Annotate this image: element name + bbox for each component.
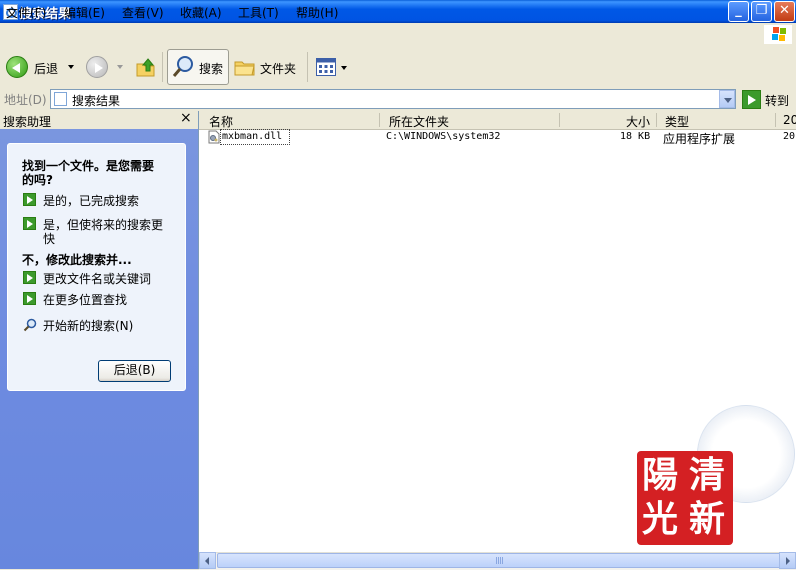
watermark-char: 光: [642, 498, 679, 540]
column-divider[interactable]: [775, 113, 776, 127]
column-header-type[interactable]: 类型: [665, 113, 689, 130]
option-faster-future-search[interactable]: 是，但使将来的搜索更: [43, 216, 163, 233]
search-magnifier-icon[interactable]: [171, 55, 195, 79]
table-row-date: 20: [783, 131, 796, 142]
scrollbar-grip: [496, 557, 504, 564]
back-dropdown-icon[interactable]: [68, 65, 74, 69]
address-value[interactable]: 搜索结果: [72, 92, 120, 109]
option-more-locations[interactable]: 在更多位置查找: [43, 291, 127, 308]
column-header-folder[interactable]: 所在文件夹: [389, 113, 449, 130]
chevron-down-icon: [724, 98, 732, 103]
column-divider[interactable]: [379, 113, 380, 127]
go-button-label[interactable]: 转到: [765, 92, 789, 109]
option-change-filename[interactable]: 更改文件名或关键词: [43, 270, 151, 287]
close-icon[interactable]: ×: [180, 110, 192, 126]
table-row-size: 18 KB: [620, 131, 651, 142]
column-header-date[interactable]: 20: [783, 113, 796, 127]
search-assistant-title: 搜索助理: [3, 115, 52, 129]
toolbar-separator: [162, 52, 163, 82]
question-found-file-cont: 的吗?: [22, 173, 53, 187]
back-arrow-icon[interactable]: [6, 56, 28, 78]
go-arrow-icon[interactable]: [742, 90, 761, 109]
results-header: [199, 111, 796, 130]
menu-edit[interactable]: 编辑(E): [64, 4, 105, 21]
back-button-label[interactable]: 后退: [34, 60, 58, 77]
minimize-button[interactable]: _: [728, 1, 749, 22]
forward-dropdown-icon[interactable]: [117, 65, 123, 69]
menu-view[interactable]: 查看(V): [122, 4, 164, 21]
search-button-label[interactable]: 搜索: [199, 60, 223, 77]
up-folder-icon[interactable]: [135, 56, 157, 78]
table-row-type: 应用程序扩展: [663, 132, 736, 146]
assistant-back-button[interactable]: 后退(B): [98, 360, 171, 382]
column-divider[interactable]: [559, 113, 560, 127]
folders-button-label[interactable]: 文件夹: [260, 60, 296, 77]
green-arrow-icon: [23, 271, 36, 284]
watermark-char: 新: [689, 498, 726, 540]
table-row-folder: C:\WINDOWS\system32: [386, 131, 501, 142]
views-icon[interactable]: [316, 58, 336, 76]
green-arrow-icon: [23, 217, 36, 230]
watermark-seal: 陽 清 光 新: [637, 451, 733, 545]
address-dropdown-button[interactable]: [719, 90, 735, 108]
dll-file-icon[interactable]: [207, 130, 221, 144]
green-arrow-icon: [23, 193, 36, 206]
close-button[interactable]: ✕: [774, 1, 795, 22]
scroll-right-button[interactable]: [779, 552, 796, 569]
option-new-search[interactable]: 开始新的搜索(N): [43, 317, 133, 334]
windows-logo-icon: [764, 25, 792, 44]
menu-favorites[interactable]: 收藏(A): [180, 4, 222, 21]
title-bar[interactable]: [0, 0, 796, 23]
folder-icon[interactable]: [234, 57, 256, 77]
menu-tools[interactable]: 工具(T): [238, 4, 279, 21]
option-finished-search[interactable]: 是的，已完成搜索: [43, 192, 139, 209]
chevron-right-icon: [786, 557, 790, 565]
scroll-left-button[interactable]: [199, 552, 216, 569]
watermark-char: 清: [689, 454, 726, 496]
question-modify-search: 不，修改此搜索并...: [22, 253, 132, 267]
column-header-size[interactable]: 大小: [626, 113, 650, 130]
search-magnifier-icon: [23, 318, 37, 332]
table-row-name[interactable]: mxbman.dll: [222, 131, 282, 142]
maximize-button[interactable]: ❐: [751, 1, 772, 22]
menu-file[interactable]: 文件(F): [6, 4, 46, 21]
watermark-char: 陽: [642, 454, 679, 496]
views-dropdown-icon[interactable]: [341, 66, 347, 70]
option-faster-future-search-cont[interactable]: 快: [43, 230, 55, 247]
toolbar-separator: [307, 52, 308, 82]
chevron-left-icon: [205, 557, 209, 565]
column-header-name[interactable]: 名称: [209, 113, 233, 130]
address-label: 地址(D): [4, 93, 47, 107]
forward-arrow-icon[interactable]: [86, 56, 108, 78]
green-arrow-icon: [23, 292, 36, 305]
menu-bar: [0, 23, 796, 46]
menu-help[interactable]: 帮助(H): [296, 4, 338, 21]
column-divider[interactable]: [656, 113, 657, 127]
address-input[interactable]: [50, 89, 736, 109]
search-results-icon: [54, 92, 67, 106]
